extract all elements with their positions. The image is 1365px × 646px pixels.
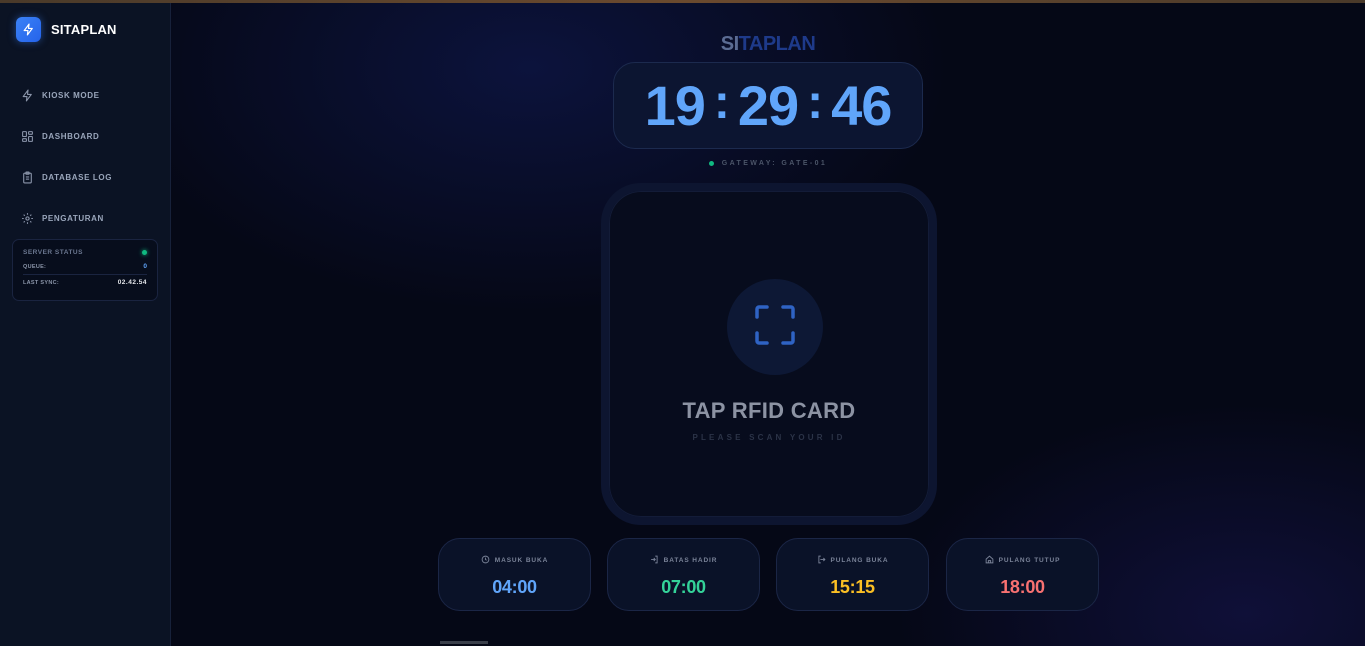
clock-separator: : <box>713 76 730 129</box>
gateway-status: GATEWAY: GATE-01 <box>171 160 1365 167</box>
schedule-card-pulang-buka: PULANG BUKA 15:15 <box>776 538 929 611</box>
clipboard-icon <box>20 171 34 185</box>
gear-icon <box>20 212 34 226</box>
brand-name: SITAPLAN <box>51 21 117 37</box>
home-icon <box>985 551 994 569</box>
schedule-label: BATAS HADIR <box>663 556 718 564</box>
sidebar-item-database-log[interactable]: DATABASE LOG <box>0 157 171 198</box>
digital-clock: 19 : 29 : 46 <box>613 62 923 149</box>
scan-subtitle: PLEASE SCAN YOUR ID <box>692 433 846 442</box>
scan-frame-icon <box>754 304 796 351</box>
clock-seconds: 46 <box>831 74 892 137</box>
last-sync-value: 02.42.54 <box>117 279 147 286</box>
lightning-icon <box>20 89 34 103</box>
kiosk-main: SITAPLAN 19 : 29 : 46 GATEWAY: GATE-01 T <box>171 3 1365 646</box>
queue-value: 0 <box>143 263 147 270</box>
schedule-label: MASUK BUKA <box>494 556 549 564</box>
sidebar-item-dashboard[interactable]: DASHBOARD <box>0 116 171 157</box>
clock-icon <box>481 551 490 569</box>
scan-title: TAP RFID CARD <box>682 398 856 423</box>
title-part-taplan: TAPLAN <box>738 33 816 55</box>
login-icon <box>650 551 659 569</box>
grid-icon <box>20 130 34 144</box>
schedule-card-masuk-buka: MASUK BUKA 04:00 <box>438 538 591 611</box>
sidebar-item-label: KIOSK MODE <box>42 91 100 100</box>
sidebar-item-label: PENGATURAN <box>42 214 104 223</box>
gateway-label: GATEWAY: GATE-01 <box>721 160 828 167</box>
schedule-card-pulang-tutup: PULANG TUTUP 18:00 <box>946 538 1099 611</box>
schedule-time: 18:00 <box>1000 577 1045 597</box>
horizontal-scrollbar-thumb[interactable] <box>440 641 488 644</box>
sidebar-item-kiosk-mode[interactable]: KIOSK MODE <box>0 75 171 116</box>
server-status-card: SERVER STATUS QUEUE: 0 LAST SYNC: 02.42.… <box>12 239 158 301</box>
page-title: SITAPLAN <box>171 33 1365 56</box>
scan-icon-circle <box>727 279 823 375</box>
schedule-time: 07:00 <box>661 577 706 597</box>
clock-hours: 19 <box>644 74 706 137</box>
server-status-title: SERVER STATUS <box>23 249 83 256</box>
rfid-scan-area[interactable]: TAP RFID CARD PLEASE SCAN YOUR ID <box>601 183 937 525</box>
status-dot-icon <box>708 161 714 166</box>
lightning-icon <box>16 16 41 42</box>
sidebar: SITAPLAN KIOSK MODE DASHBOARD DATABASE L… <box>0 3 171 646</box>
queue-label: QUEUE: <box>23 263 47 270</box>
title-part-si: SI <box>720 33 739 55</box>
clock-minutes: 29 <box>737 74 799 137</box>
brand: SITAPLAN <box>16 15 117 43</box>
schedule-time: 15:15 <box>830 577 875 597</box>
status-dot-icon <box>142 250 147 255</box>
sidebar-item-label: DASHBOARD <box>42 132 100 141</box>
clock-separator: : <box>807 76 823 129</box>
sidebar-nav: KIOSK MODE DASHBOARD DATABASE LOG PENGAT… <box>0 75 171 239</box>
schedule-time: 04:00 <box>492 577 537 597</box>
schedule-label: PULANG BUKA <box>830 556 889 564</box>
logout-icon <box>817 551 826 569</box>
sidebar-item-pengaturan[interactable]: PENGATURAN <box>0 198 171 239</box>
last-sync-label: LAST SYNC: <box>23 279 59 286</box>
schedule-card-batas-hadir: BATAS HADIR 07:00 <box>607 538 760 611</box>
sidebar-item-label: DATABASE LOG <box>42 173 113 182</box>
schedule-label: PULANG TUTUP <box>998 556 1061 564</box>
